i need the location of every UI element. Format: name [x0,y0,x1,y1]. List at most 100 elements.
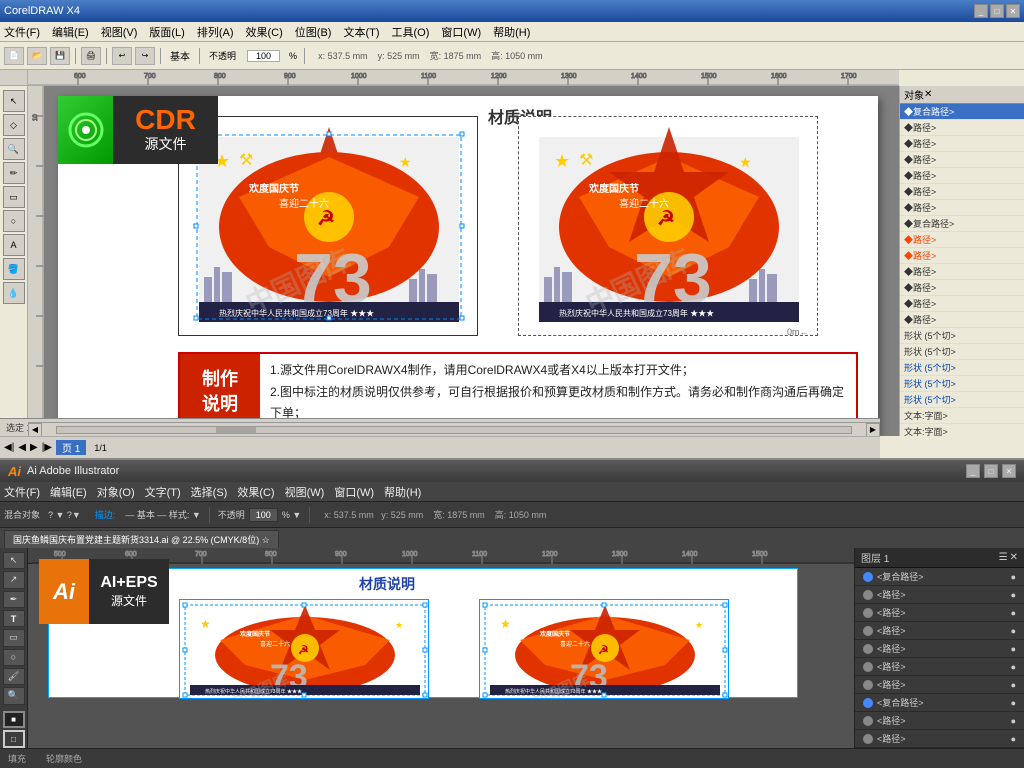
ai-menu-text[interactable]: 文字(T) [145,484,181,500]
new-btn[interactable]: 📄 [4,47,24,65]
page-fwd-btn[interactable]: ▶ [30,442,38,453]
ai-layer-1[interactable]: <路径> ● [855,586,1024,604]
panel-item-18[interactable]: 形状 (5个切> [900,392,1024,408]
layer-eye-8[interactable]: ● [1011,716,1016,726]
ai-mode[interactable]: 描边: [95,508,116,521]
ai-layer-7[interactable]: <复合路径> ● [855,694,1024,712]
ai-layer-5[interactable]: <路径> ● [855,658,1024,676]
ai-menu-effects[interactable]: 效果(C) [237,484,274,500]
ai-select-tool[interactable]: ↖ [3,552,25,569]
corel-scrollbar-h[interactable]: ◀ ▶ [28,422,880,436]
panel-item-16[interactable]: 形状 (5个切> [900,360,1024,376]
select-tool[interactable]: ↖ [3,90,25,112]
ai-menu-edit[interactable]: 编辑(E) [50,484,87,500]
menu-text[interactable]: 文本(T) [343,24,379,40]
ai-layer-8[interactable]: <路径> ● [855,712,1024,730]
minimize-btn[interactable]: _ [974,4,988,18]
page-prev-btn[interactable]: ◀| [4,442,14,453]
panel-item-12[interactable]: ◆路径> [900,296,1024,312]
maximize-btn[interactable]: □ [990,4,1004,18]
panel-item-4[interactable]: ◆路径> [900,168,1024,184]
ai-minimize-btn[interactable]: _ [966,464,980,478]
open-btn[interactable]: 📂 [27,47,47,65]
layer-eye-1[interactable]: ● [1011,590,1016,600]
menu-file[interactable]: 文件(F) [4,24,40,40]
panel-item-1[interactable]: ◆路径> [900,120,1024,136]
panel-item-14[interactable]: 形状 (5个切> [900,328,1024,344]
panel-item-20[interactable]: 文本:字面> [900,424,1024,436]
ai-fill-color[interactable]: ■ [3,711,25,729]
opacity-value[interactable]: 100 [247,50,280,62]
scroll-right-btn[interactable]: ▶ [866,423,880,437]
menu-tools[interactable]: 工具(O) [392,24,430,40]
ai-menu-window[interactable]: 窗口(W) [334,484,374,500]
redo-btn[interactable]: ↪ [135,47,155,65]
panel-item-17[interactable]: 形状 (5个切> [900,376,1024,392]
ai-maximize-btn[interactable]: □ [984,464,998,478]
freehand-tool[interactable]: ✏ [3,162,25,184]
panel-item-13[interactable]: ◆路径> [900,312,1024,328]
rect-tool[interactable]: ▭ [3,186,25,208]
undo-btn[interactable]: ↩ [112,47,132,65]
ai-menu-object[interactable]: 对象(O) [97,484,135,500]
ai-layer-6[interactable]: <路径> ● [855,676,1024,694]
layer-eye-9[interactable]: ● [1011,734,1016,744]
panel-close[interactable]: ✕ [924,89,932,100]
ai-layer-4[interactable]: <路径> ● [855,640,1024,658]
layer-eye-4[interactable]: ● [1011,644,1016,654]
ai-opacity-val[interactable]: 100 [249,508,278,522]
menu-help[interactable]: 帮助(H) [493,24,530,40]
print-btn[interactable]: 🖨 [81,47,101,65]
ai-document-tab[interactable]: 国庆鱼鳞国庆布置党建主题新货3314.ai @ 22.5% (CMYK/8位) … [4,530,279,548]
menu-arrange[interactable]: 排列(A) [197,24,234,40]
eyedropper-tool[interactable]: 💧 [3,282,25,304]
ai-type-tool[interactable]: T [3,610,25,627]
panel-item-9[interactable]: ◆路径> [900,248,1024,264]
ai-zoom-tool[interactable]: 🔍 [3,687,25,704]
save-btn[interactable]: 💾 [50,47,70,65]
panel-item-3[interactable]: ◆路径> [900,152,1024,168]
menu-edit[interactable]: 编辑(E) [52,24,89,40]
layer-eye-3[interactable]: ● [1011,626,1016,636]
scroll-track[interactable] [56,426,852,434]
ai-layer-menu[interactable]: ☰ [999,552,1008,563]
ai-close-btn[interactable]: ✕ [1002,464,1016,478]
ai-layer-close[interactable]: ✕ [1010,552,1018,563]
text-tool[interactable]: A [3,234,25,256]
ai-rect-tool[interactable]: ▭ [3,629,25,646]
layer-eye-2[interactable]: ● [1011,608,1016,618]
menu-view[interactable]: 视图(V) [101,24,138,40]
panel-item-10[interactable]: ◆路径> [900,264,1024,280]
ai-layer-3[interactable]: <路径> ● [855,622,1024,640]
ai-direct-tool[interactable]: ↗ [3,571,25,588]
ai-menu-file[interactable]: 文件(F) [4,484,40,500]
panel-item-5[interactable]: ◆路径> [900,184,1024,200]
ellipse-tool[interactable]: ○ [3,210,25,232]
layer-eye-5[interactable]: ● [1011,662,1016,672]
ai-brush-tool[interactable]: 🖌 [3,668,25,685]
layer-eye-0[interactable]: ● [1011,572,1016,582]
menu-bitmap[interactable]: 位图(B) [295,24,332,40]
menu-effects[interactable]: 效果(C) [246,24,283,40]
panel-item-19[interactable]: 文本:字面> [900,408,1024,424]
corel-canvas[interactable]: CDR 源文件 材质说明 [28,86,899,436]
panel-item-6[interactable]: ◆路径> [900,200,1024,216]
ai-stroke-color[interactable]: □ [3,730,25,748]
panel-list[interactable]: ◆复合路径> ◆路径> ◆路径> ◆路径> ◆路径> ◆路径> ◆路径> ◆复合… [900,104,1024,436]
layer-eye-6[interactable]: ● [1011,680,1016,690]
close-btn[interactable]: ✕ [1006,4,1020,18]
ai-menu-select[interactable]: 选择(S) [191,484,228,500]
ai-menu-view[interactable]: 视图(W) [285,484,325,500]
scroll-left-btn[interactable]: ◀ [28,423,42,437]
scroll-thumb[interactable] [216,427,256,433]
menu-window[interactable]: 窗口(W) [441,24,481,40]
ai-layer-list[interactable]: <复合路径> ● <路径> ● <路径> ● <路径> ● [855,568,1024,748]
ai-layer-2[interactable]: <路径> ● [855,604,1024,622]
shape-tool[interactable]: ◇ [3,114,25,136]
page-tab[interactable]: 页 1 [56,440,86,455]
ai-layer-9[interactable]: <路径> ● [855,730,1024,748]
page-next-btn[interactable]: |▶ [42,442,52,453]
page-back-btn[interactable]: ◀ [18,442,26,453]
fill-tool[interactable]: 🪣 [3,258,25,280]
zoom-tool[interactable]: 🔍 [3,138,25,160]
